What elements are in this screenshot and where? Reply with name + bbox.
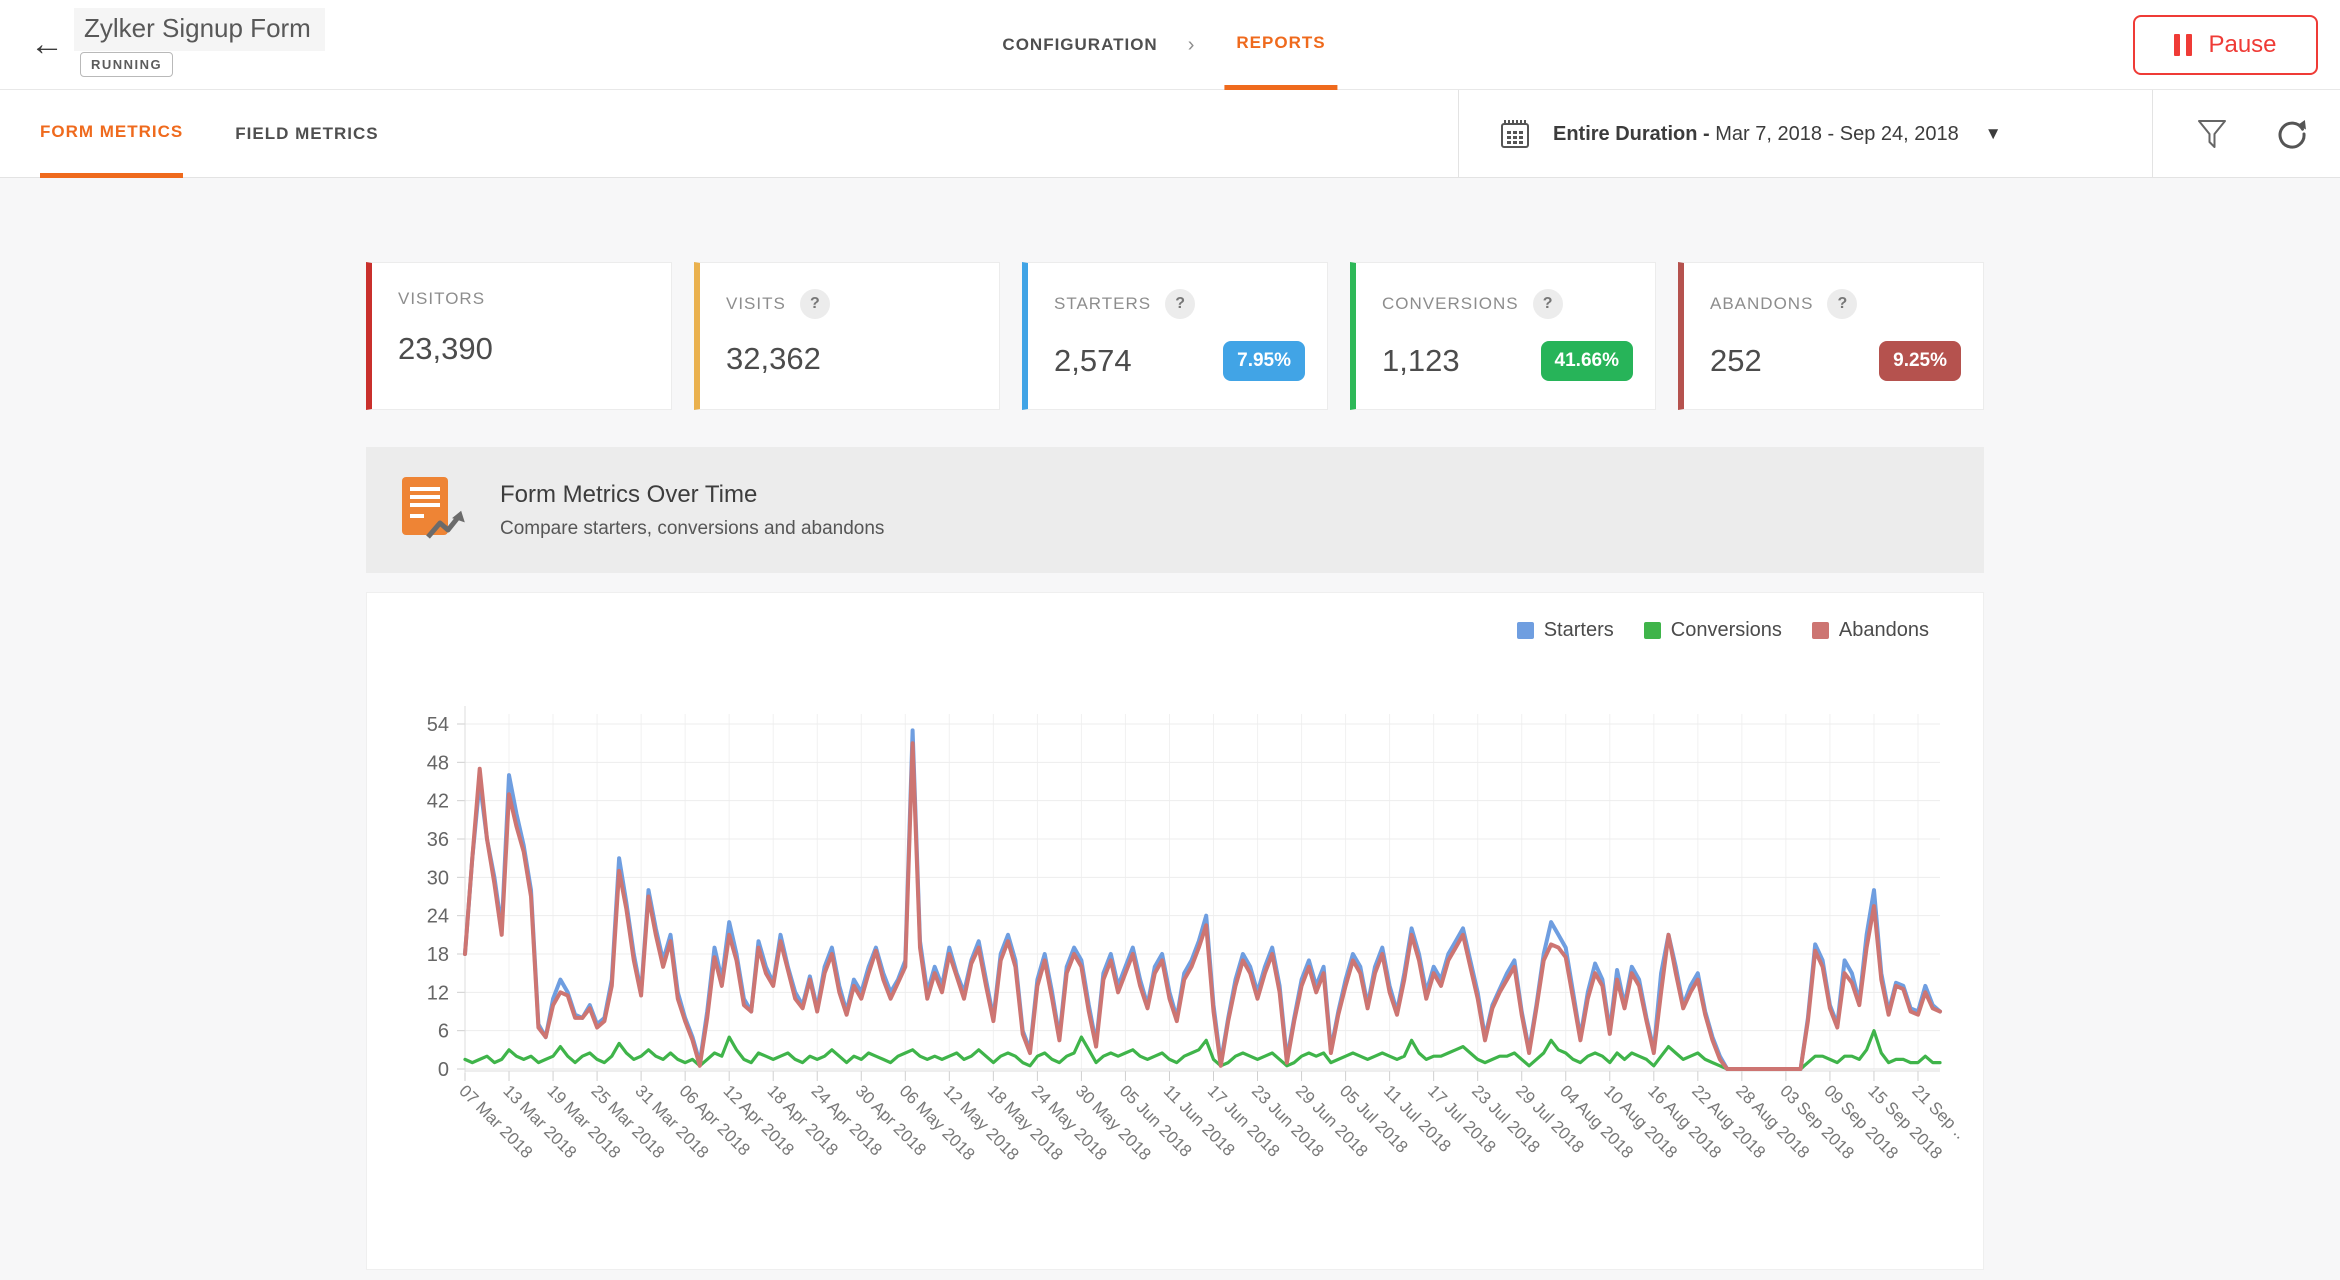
refresh-button[interactable] xyxy=(2272,114,2312,154)
filter-funnel-icon xyxy=(2198,120,2226,148)
help-icon[interactable]: ? xyxy=(1827,289,1858,319)
form-metrics-line-chart: 07 Mar 201813 Mar 201819 Mar 201825 Mar … xyxy=(427,706,1970,1164)
y-axis-label: 54 xyxy=(427,714,449,736)
help-icon[interactable]: ? xyxy=(799,289,830,319)
date-range-dates: Mar 7, 2018 - Sep 24, 2018 xyxy=(1709,122,1959,145)
tab-form-metrics[interactable]: FORM METRICS xyxy=(40,90,184,178)
card-value: 32,362 xyxy=(726,341,821,376)
refresh-icon xyxy=(2278,120,2306,149)
section-subtitle: Compare starters, conversions and abando… xyxy=(500,517,885,539)
date-range-text: Entire Duration - Mar 7, 2018 - Sep 24, … xyxy=(1553,123,1959,146)
card-starters: STARTERS ? 2,574 7.95% xyxy=(1022,262,1328,410)
y-axis-label: 0 xyxy=(438,1059,449,1081)
card-label: VISITS xyxy=(726,294,786,313)
pause-icon xyxy=(2174,34,2193,56)
y-axis-label: 24 xyxy=(427,906,449,928)
card-value: 252 xyxy=(1710,343,1762,378)
card-visits: VISITS ? 32,362 xyxy=(694,262,1000,410)
top-header: ← Zylker Signup Form RUNNING CONFIGURATI… xyxy=(0,0,2340,90)
back-icon[interactable]: ← xyxy=(30,26,64,62)
abandons-line xyxy=(463,741,1942,1071)
date-range-preset: Entire Duration - xyxy=(1553,122,1710,145)
y-axis-label: 30 xyxy=(427,867,449,889)
card-conversions: CONVERSIONS ? 1,123 41.66% xyxy=(1350,262,1656,410)
form-metrics-chart-card: Starters Conversions Abandons 07 Mar 201… xyxy=(366,592,1984,1270)
card-visitors: VISITORS 23,390 xyxy=(366,262,672,410)
toolbar-divider xyxy=(2152,90,2153,178)
metrics-tabs: FORM METRICS FIELD METRICS xyxy=(40,90,379,178)
pause-button[interactable]: Pause xyxy=(2133,15,2318,75)
card-label: STARTERS xyxy=(1054,294,1152,313)
help-icon[interactable]: ? xyxy=(1532,289,1563,319)
y-axis-label: 48 xyxy=(427,752,449,774)
calendar-icon xyxy=(1501,120,1529,148)
card-value: 2,574 xyxy=(1054,343,1132,378)
page-title[interactable]: Zylker Signup Form xyxy=(74,8,325,51)
chevron-right-icon: › xyxy=(1187,33,1195,56)
section-banner: Form Metrics Over Time Compare starters,… xyxy=(366,447,1984,573)
card-value: 23,390 xyxy=(398,331,493,366)
card-abandons: ABANDONS ? 252 9.25% xyxy=(1678,262,1984,410)
percentage-badge: 41.66% xyxy=(1540,341,1633,381)
y-axis-label: 42 xyxy=(427,791,449,813)
metric-cards-row: VISITORS 23,390 VISITS ? 32,362 STARTERS… xyxy=(366,262,1984,410)
toolbar-divider xyxy=(1458,90,1459,178)
breadcrumb: CONFIGURATION › REPORTS xyxy=(1002,0,1338,90)
filter-button[interactable] xyxy=(2192,114,2232,154)
pause-button-label: Pause xyxy=(2208,31,2277,58)
y-axis-label: 18 xyxy=(427,944,449,966)
status-badge: RUNNING xyxy=(80,52,174,77)
card-value: 1,123 xyxy=(1382,343,1460,378)
report-chart-icon xyxy=(402,477,465,539)
y-axis-label: 36 xyxy=(427,829,449,851)
percentage-badge: 9.25% xyxy=(1879,341,1961,381)
breadcrumb-configuration[interactable]: CONFIGURATION xyxy=(1002,0,1157,90)
card-label: CONVERSIONS xyxy=(1382,294,1519,313)
tab-field-metrics[interactable]: FIELD METRICS xyxy=(235,90,378,178)
date-range-selector[interactable]: Entire Duration - Mar 7, 2018 - Sep 24, … xyxy=(1497,90,2002,178)
help-icon[interactable]: ? xyxy=(1165,289,1196,319)
y-axis-label: 6 xyxy=(438,1021,449,1043)
report-content: VISITORS 23,390 VISITS ? 32,362 STARTERS… xyxy=(366,178,1984,1270)
metrics-toolbar: FORM METRICS FIELD METRICS Entire Durati… xyxy=(0,90,2340,178)
card-label: VISITORS xyxy=(398,289,486,308)
card-label: ABANDONS xyxy=(1710,294,1814,313)
y-axis-label: 12 xyxy=(427,982,449,1004)
percentage-badge: 7.95% xyxy=(1223,341,1305,381)
chevron-down-icon: ▼ xyxy=(1984,124,2002,143)
section-title: Form Metrics Over Time xyxy=(500,480,758,508)
breadcrumb-reports[interactable]: REPORTS xyxy=(1224,0,1338,90)
